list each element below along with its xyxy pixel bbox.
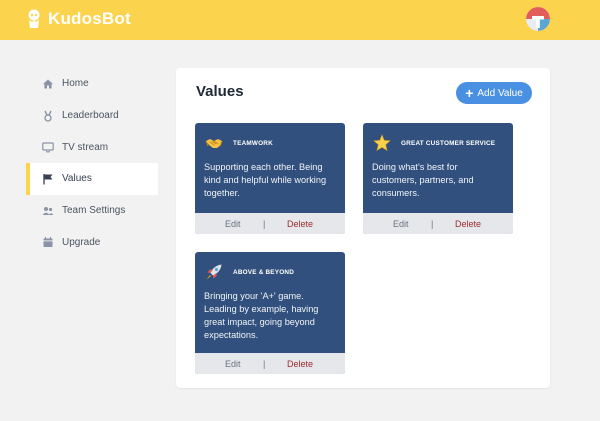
app-name: KudosBot bbox=[48, 9, 131, 28]
sidebar-item-upgrade[interactable]: Upgrade bbox=[26, 226, 158, 258]
sidebar-item-home[interactable]: Home bbox=[26, 68, 158, 100]
avatar[interactable] bbox=[526, 7, 550, 31]
page-title: Values bbox=[196, 83, 244, 100]
edit-button[interactable]: Edit bbox=[225, 359, 241, 369]
avatar-image-icon bbox=[526, 7, 550, 31]
sidebar-item-label: Team Settings bbox=[62, 205, 126, 217]
sidebar-item-team-settings[interactable]: Team Settings bbox=[26, 195, 158, 227]
brand[interactable]: KudosBot bbox=[26, 9, 131, 29]
sidebar-item-leaderboard[interactable]: Leaderboard bbox=[26, 100, 158, 132]
sidebar-item-label: TV stream bbox=[62, 141, 109, 153]
value-description: Bringing your 'A+' game. Leading by exam… bbox=[204, 291, 319, 340]
edit-button[interactable]: Edit bbox=[225, 219, 241, 229]
top-bar: KudosBot bbox=[0, 0, 600, 40]
rocket-icon bbox=[205, 263, 223, 281]
calendar-icon bbox=[42, 236, 54, 248]
card-actions: Edit | Delete bbox=[363, 213, 513, 234]
sidebar-item-label: Leaderboard bbox=[62, 110, 119, 122]
sidebar-item-tv-stream[interactable]: TV stream bbox=[26, 131, 158, 163]
sidebar: Home Leaderboard TV stream Values Team S… bbox=[26, 68, 158, 258]
handshake-icon bbox=[205, 134, 223, 152]
star-icon bbox=[373, 134, 391, 152]
sidebar-item-label: Upgrade bbox=[62, 236, 101, 248]
value-title: TEAMWORK bbox=[233, 139, 273, 147]
sidebar-item-values[interactable]: Values bbox=[26, 163, 158, 195]
delete-button[interactable]: Delete bbox=[287, 219, 313, 229]
add-value-button[interactable]: + Add Value bbox=[456, 82, 532, 104]
medal-icon bbox=[42, 110, 54, 122]
delete-button[interactable]: Delete bbox=[455, 219, 481, 229]
value-title: ABOVE & BEYOND bbox=[233, 268, 295, 276]
sidebar-item-label: Values bbox=[62, 173, 92, 185]
action-separator: | bbox=[263, 218, 266, 229]
value-description: Supporting each other. Being kind and he… bbox=[204, 162, 327, 198]
plus-icon: + bbox=[465, 85, 474, 101]
home-icon bbox=[42, 78, 54, 90]
sidebar-item-label: Home bbox=[62, 78, 89, 90]
add-value-label: Add Value bbox=[477, 87, 523, 99]
value-card-teamwork: TEAMWORK Supporting each other. Being ki… bbox=[195, 123, 345, 234]
value-description: Doing what's best for customers, partner… bbox=[372, 162, 474, 198]
action-separator: | bbox=[431, 218, 434, 229]
flag-icon bbox=[42, 173, 54, 185]
action-separator: | bbox=[263, 358, 266, 369]
value-card-above-and-beyond: ABOVE & BEYOND Bringing your 'A+' game. … bbox=[195, 252, 345, 374]
edit-button[interactable]: Edit bbox=[393, 219, 409, 229]
users-icon bbox=[42, 205, 54, 217]
value-card-great-customer-service: GREAT CUSTOMER SERVICE Doing what's best… bbox=[363, 123, 513, 234]
values-panel: Values + Add Value TEAMWORK Supporting e… bbox=[176, 68, 550, 388]
value-title: GREAT CUSTOMER SERVICE bbox=[401, 139, 496, 147]
card-actions: Edit | Delete bbox=[195, 353, 345, 374]
delete-button[interactable]: Delete bbox=[287, 359, 313, 369]
tv-icon bbox=[42, 141, 54, 153]
bot-logo-icon bbox=[28, 9, 40, 28]
card-actions: Edit | Delete bbox=[195, 213, 345, 234]
